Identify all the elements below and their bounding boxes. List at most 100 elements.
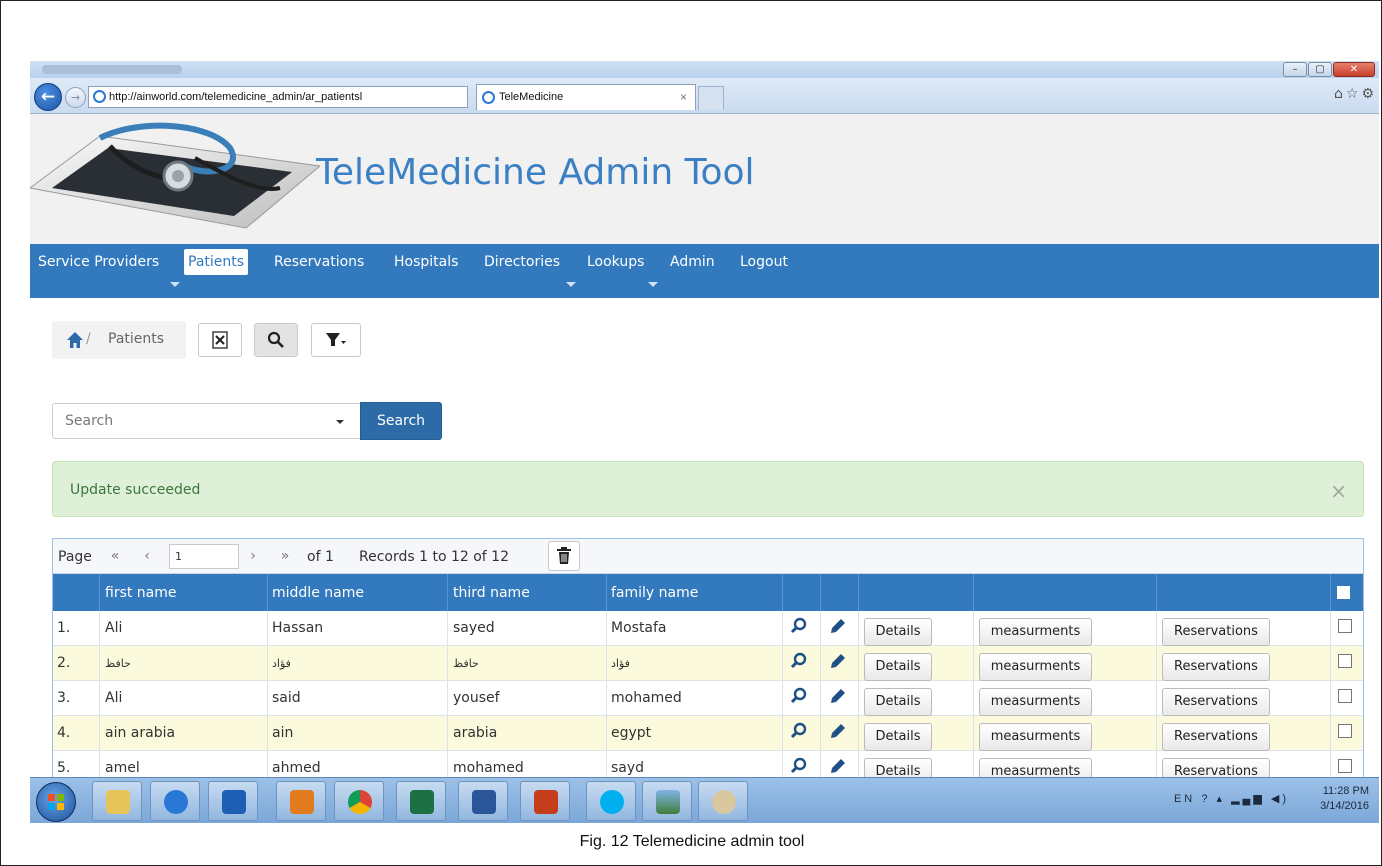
volume-icon[interactable]: ◀): [1271, 793, 1289, 805]
filter-dropdown-button[interactable]: [311, 323, 361, 357]
window-titlebar: – ▢ ✕: [30, 61, 1379, 78]
edit-pencil-icon[interactable]: [829, 617, 847, 635]
next-page-button[interactable]: ›: [245, 545, 261, 569]
details-button[interactable]: Details: [864, 758, 932, 777]
header-middle-name[interactable]: middle name: [272, 585, 364, 601]
nav-lookups-caret-icon[interactable]: [648, 282, 658, 287]
pager-of-label: of 1: [307, 549, 334, 565]
taskbar-explorer[interactable]: [92, 781, 142, 821]
edit-pencil-icon[interactable]: [829, 757, 847, 775]
view-icon[interactable]: [790, 617, 808, 635]
last-page-button[interactable]: »: [275, 545, 295, 569]
home-icon[interactable]: ⌂: [1334, 86, 1346, 102]
show-hidden-icons[interactable]: ▴: [1217, 793, 1226, 805]
header-third-name[interactable]: third name: [453, 585, 530, 601]
view-icon[interactable]: [790, 687, 808, 705]
nav-service-providers[interactable]: Service Providers: [34, 249, 163, 275]
reservations-button[interactable]: Reservations: [1162, 653, 1270, 681]
details-button[interactable]: Details: [864, 618, 932, 646]
taskbar-chrome[interactable]: [334, 781, 384, 821]
tab-close-icon[interactable]: ×: [680, 85, 687, 109]
close-window-button[interactable]: ✕: [1333, 62, 1375, 77]
back-button[interactable]: ←: [34, 83, 62, 111]
table-row[interactable]: 4. ain arabia ain arabia egypt Details measurm…: [53, 716, 1363, 751]
row-checkbox[interactable]: [1338, 619, 1352, 633]
measurements-button[interactable]: measurments: [979, 618, 1092, 646]
taskbar-media-player[interactable]: [276, 781, 326, 821]
nav-logout[interactable]: Logout: [736, 249, 792, 275]
first-page-button[interactable]: «: [105, 545, 125, 569]
taskbar-excel[interactable]: [396, 781, 446, 821]
row-checkbox[interactable]: [1338, 689, 1352, 703]
cell-first: Ali: [105, 620, 123, 636]
search-toggle-button[interactable]: [254, 323, 298, 357]
measurements-button[interactable]: measurments: [979, 653, 1092, 681]
details-button[interactable]: Details: [864, 723, 932, 751]
nav-lookups[interactable]: Lookups: [583, 249, 648, 275]
tab-ie-icon: [482, 91, 495, 104]
favorites-star-icon[interactable]: ☆: [1346, 86, 1362, 102]
language-indicator[interactable]: EN: [1174, 793, 1195, 805]
nav-directories-caret-icon[interactable]: [566, 282, 576, 287]
measurements-button[interactable]: measurments: [979, 723, 1092, 751]
edit-pencil-icon[interactable]: [829, 722, 847, 740]
search-button[interactable]: Search: [360, 402, 442, 440]
taskbar-word[interactable]: [458, 781, 508, 821]
taskbar-outlook[interactable]: [208, 781, 258, 821]
search-options-caret-icon[interactable]: [336, 420, 344, 424]
table-row[interactable]: 2. حافظ فؤاد حافظ فؤاد Details measurments Rese…: [53, 646, 1363, 681]
page-number-input[interactable]: [169, 544, 239, 569]
row-checkbox[interactable]: [1338, 759, 1352, 773]
header-first-name[interactable]: first name: [105, 585, 177, 601]
taskbar-photos[interactable]: [642, 781, 692, 821]
minimize-button[interactable]: –: [1283, 62, 1307, 77]
prev-page-button[interactable]: ‹: [139, 545, 155, 569]
browser-tab[interactable]: TeleMedicine ×: [476, 84, 696, 110]
view-icon[interactable]: [790, 722, 808, 740]
details-button[interactable]: Details: [864, 653, 932, 681]
header-family-name[interactable]: family name: [611, 585, 698, 601]
home-icon[interactable]: [66, 331, 84, 349]
reservations-button[interactable]: Reservations: [1162, 758, 1270, 777]
nav-admin[interactable]: Admin: [666, 249, 719, 275]
nav-reservations[interactable]: Reservations: [270, 249, 368, 275]
taskbar-skype[interactable]: [586, 781, 636, 821]
table-row[interactable]: 5. amel ahmed mohamed sayd Details measurments…: [53, 751, 1363, 777]
taskbar-paint[interactable]: [698, 781, 748, 821]
view-icon[interactable]: [790, 652, 808, 670]
nav-hospitals[interactable]: Hospitals: [390, 249, 462, 275]
help-icon[interactable]: ?: [1201, 793, 1210, 805]
table-row[interactable]: 1. Ali Hassan sayed Mostafa Details measurment…: [53, 611, 1363, 646]
forward-button[interactable]: →: [65, 87, 86, 108]
new-tab-button[interactable]: [698, 86, 724, 110]
measurements-button[interactable]: measurments: [979, 758, 1092, 777]
reservations-button[interactable]: Reservations: [1162, 723, 1270, 751]
reservations-button[interactable]: Reservations: [1162, 618, 1270, 646]
nav-patients[interactable]: Patients: [184, 249, 249, 275]
nav-service-providers-caret-icon[interactable]: [170, 282, 180, 287]
maximize-button[interactable]: ▢: [1308, 62, 1332, 77]
select-all-checkbox[interactable]: [1337, 586, 1350, 599]
details-button[interactable]: Details: [864, 688, 932, 716]
taskbar-internet-explorer[interactable]: [150, 781, 200, 821]
settings-gear-icon[interactable]: ⚙: [1361, 86, 1377, 102]
measurements-button[interactable]: measurments: [979, 688, 1092, 716]
network-signal-icon[interactable]: ▂▄▆: [1231, 793, 1265, 805]
row-checkbox[interactable]: [1338, 654, 1352, 668]
address-bar[interactable]: http://ainworld.com/telemedicine_admin/a…: [88, 86, 468, 108]
search-input[interactable]: [65, 404, 315, 438]
edit-pencil-icon[interactable]: [829, 652, 847, 670]
system-clock[interactable]: 11:28 PM 3/14/2016: [1320, 784, 1369, 814]
edit-pencil-icon[interactable]: [829, 687, 847, 705]
delete-button[interactable]: [548, 541, 580, 571]
row-checkbox[interactable]: [1338, 724, 1352, 738]
nav-directories[interactable]: Directories: [480, 249, 564, 275]
table-row[interactable]: 3. Ali said yousef mohamed Details measurments…: [53, 681, 1363, 716]
taskbar-powerpoint[interactable]: [520, 781, 570, 821]
start-button[interactable]: [36, 782, 76, 822]
folder-icon: [106, 790, 130, 814]
alert-close-icon[interactable]: ×: [1330, 479, 1347, 503]
view-icon[interactable]: [790, 757, 808, 775]
reservations-button[interactable]: Reservations: [1162, 688, 1270, 716]
export-excel-button[interactable]: [198, 323, 242, 357]
